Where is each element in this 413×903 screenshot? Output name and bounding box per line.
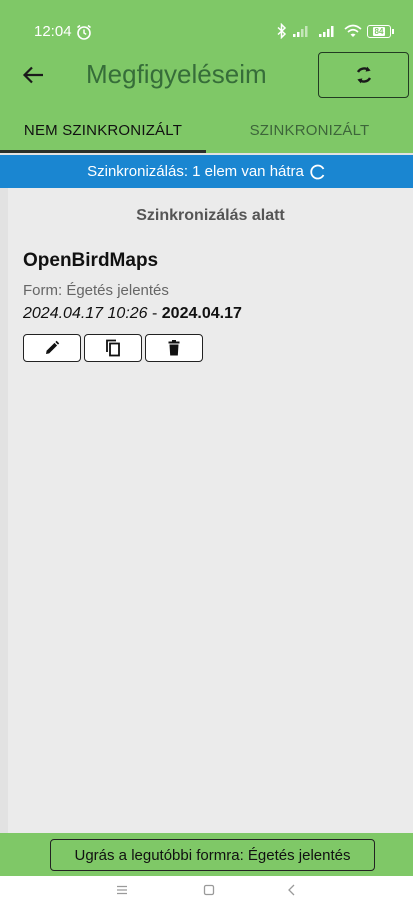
edit-button[interactable] bbox=[23, 334, 81, 362]
observation-dates: 2024.04.17 10:26 - 2024.04.17 bbox=[23, 305, 242, 323]
status-time: 12:04 bbox=[34, 23, 72, 40]
wifi-icon bbox=[344, 24, 362, 37]
alarm-icon bbox=[77, 24, 91, 40]
observation-form: Form: Égetés jelentés bbox=[23, 282, 169, 299]
app-screen: 12:04 84 Megfigyeléseim NEM SZINKRONIZÁL… bbox=[0, 0, 413, 903]
tab-bar: NEM SZINKRONIZÁLT SZINKRONIZÁLT bbox=[0, 107, 413, 153]
observation-list: Szinkronizálás alatt OpenBirdMaps Form: … bbox=[8, 188, 413, 833]
copy-button[interactable] bbox=[84, 334, 142, 362]
loading-spinner-icon bbox=[310, 164, 325, 179]
battery-level: 84 bbox=[372, 26, 386, 36]
signal-icon-2 bbox=[319, 26, 334, 37]
syncing-heading: Szinkronizálás alatt bbox=[136, 207, 285, 224]
jump-to-last-form-button[interactable]: Ugrás a legutóbbi formra: Égetés jelenté… bbox=[50, 839, 375, 871]
bluetooth-icon bbox=[277, 23, 287, 39]
system-navigation-bar bbox=[0, 876, 413, 903]
signal-icon bbox=[293, 26, 308, 37]
copy-icon bbox=[106, 339, 120, 357]
date-separator: - bbox=[147, 305, 162, 322]
delete-button[interactable] bbox=[145, 334, 203, 362]
page-title: Megfigyeléseim bbox=[86, 59, 267, 89]
header-area: 12:04 84 Megfigyeléseim NEM SZINKRONIZÁL… bbox=[0, 0, 413, 153]
status-icons: 84 bbox=[277, 22, 394, 40]
observation-title: OpenBirdMaps bbox=[23, 250, 159, 271]
observation-actions bbox=[23, 334, 203, 362]
status-bar: 12:04 84 bbox=[0, 0, 413, 50]
tab-not-synced[interactable]: NEM SZINKRONIZÁLT bbox=[0, 107, 206, 153]
app-bar: Megfigyeléseim bbox=[0, 45, 413, 107]
sync-banner: Szinkronizálás: 1 elem van hátra bbox=[0, 155, 413, 188]
observation-date-end: 2024.04.17 bbox=[161, 305, 242, 322]
bottom-bar: Ugrás a legutóbbi formra: Égetés jelenté… bbox=[0, 833, 413, 876]
back-icon[interactable] bbox=[284, 882, 300, 898]
sync-button[interactable] bbox=[318, 52, 409, 98]
back-arrow-icon[interactable] bbox=[20, 61, 48, 89]
trash-icon bbox=[168, 340, 180, 356]
observation-date-start: 2024.04.17 10:26 bbox=[23, 305, 148, 322]
tab-synced[interactable]: SZINKRONIZÁLT bbox=[206, 107, 413, 153]
menu-icon[interactable] bbox=[114, 882, 130, 898]
sync-banner-text: Szinkronizálás: 1 elem van hátra bbox=[87, 163, 304, 180]
battery-icon: 84 bbox=[367, 24, 394, 38]
home-icon[interactable] bbox=[201, 882, 217, 898]
tab-indicator bbox=[0, 150, 206, 153]
sync-icon bbox=[356, 66, 371, 84]
pencil-icon bbox=[46, 340, 60, 354]
